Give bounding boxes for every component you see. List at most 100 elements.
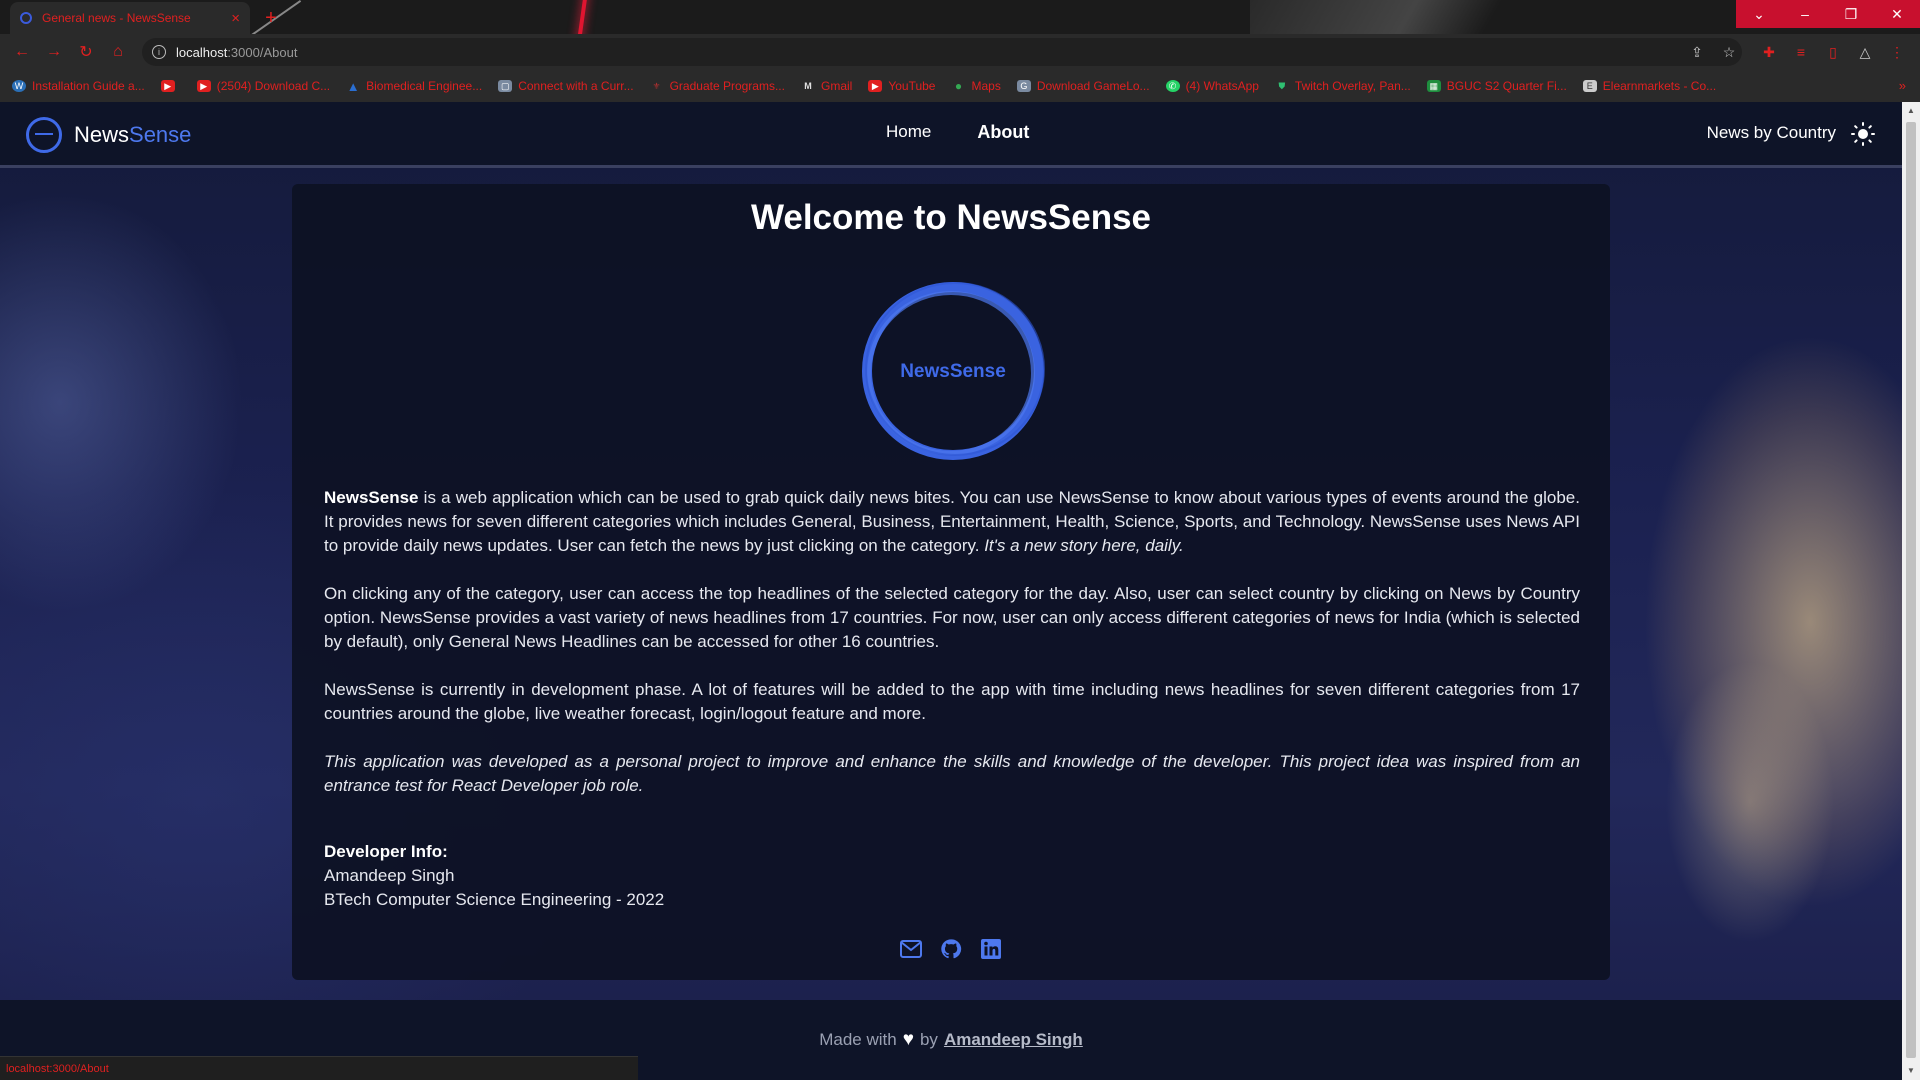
page-title: Welcome to NewsSense <box>750 198 1152 237</box>
bookmark-item[interactable]: W Installation Guide a... <box>12 79 145 93</box>
share-icon[interactable]: ⇪ <box>1685 40 1709 64</box>
app-navbar: NewsSense Home About News by Country <box>0 102 1902 168</box>
browser-tab[interactable]: General news - NewsSense × <box>10 2 250 34</box>
bookmark-item[interactable]: ⚜ Graduate Programs... <box>650 79 785 93</box>
minimize-button[interactable]: – <box>1782 0 1828 28</box>
bookmark-item[interactable]: G Download GameLo... <box>1016 79 1150 93</box>
developer-info-title: Developer Info: <box>324 842 448 861</box>
newssense-large-logo-icon: NewsSense <box>858 276 1048 466</box>
back-arrow-icon[interactable]: ← <box>6 38 38 66</box>
linkedin-icon[interactable] <box>980 938 1002 960</box>
newssense-logo-icon <box>26 117 62 153</box>
site-icon: E <box>1582 80 1597 92</box>
social-links <box>292 938 1610 960</box>
profile-icon[interactable]: △ <box>1853 40 1877 64</box>
bookmark-item[interactable]: E Elearnmarkets - Co... <box>1582 79 1717 93</box>
about-paragraph-4: This application was developed as a pers… <box>324 750 1580 798</box>
reading-list-icon[interactable]: ≡ <box>1789 40 1813 64</box>
bookmark-item[interactable]: ● Maps <box>951 79 1001 93</box>
tab-close-icon[interactable]: × <box>231 10 240 27</box>
github-icon[interactable] <box>940 938 962 960</box>
tab-title: General news - NewsSense <box>42 11 191 25</box>
titlebar-decoration <box>575 0 589 34</box>
newssense-favicon-icon <box>20 12 32 24</box>
bookmark-item[interactable]: ▲ Biomedical Enginee... <box>346 78 483 94</box>
bookmark-label: Connect with a Curr... <box>518 79 634 93</box>
youtube-icon: ▶ <box>868 80 883 92</box>
bookmark-label: (4) WhatsApp <box>1185 79 1259 93</box>
side-panel-icon[interactable]: ▯ <box>1821 40 1845 64</box>
nav-links: Home About <box>886 122 1029 143</box>
about-description: NewsSense is a web application which can… <box>324 486 1580 822</box>
bookmark-label: Maps <box>971 79 1001 93</box>
bookmark-item[interactable]: M Gmail <box>801 79 852 93</box>
about-paragraph-3: NewsSense is currently in development ph… <box>324 680 1580 723</box>
url-host: localhost <box>176 44 228 60</box>
youtube-icon: ▶ <box>160 80 175 92</box>
bookmark-item[interactable]: ▶ (2504) Download C... <box>196 79 331 93</box>
bookmark-item[interactable]: ▶ <box>160 80 181 92</box>
browser-status-url: localhost:3000/About <box>0 1056 638 1080</box>
browser-titlebar: General news - NewsSense × + ⌄ – ❐ ✕ <box>0 0 1920 34</box>
site-info-icon[interactable]: i <box>152 45 166 59</box>
new-tab-button[interactable]: + <box>258 5 284 31</box>
reload-icon[interactable]: ↻ <box>70 38 102 66</box>
brand[interactable]: NewsSense <box>26 117 191 153</box>
scroll-up-arrow-icon[interactable]: ▲ <box>1906 106 1916 116</box>
bookmark-item[interactable]: ▶ YouTube <box>868 79 935 93</box>
extensions-icon[interactable]: ✚ <box>1757 40 1781 64</box>
atlassian-icon: ▲ <box>346 78 360 94</box>
bookmark-item[interactable]: ✆ (4) WhatsApp <box>1165 79 1259 93</box>
email-icon[interactable] <box>900 938 922 960</box>
wordpress-icon: W <box>12 80 26 92</box>
about-paragraph-1-strong: NewsSense <box>324 488 419 507</box>
heart-icon: ♥ <box>902 1029 914 1050</box>
sheets-icon: ▦ <box>1426 80 1441 92</box>
bookmark-label: Graduate Programs... <box>669 79 785 93</box>
restore-button[interactable]: ❐ <box>1828 0 1874 28</box>
about-paragraph-1: NewsSense is a web application which can… <box>324 486 1580 558</box>
bookmark-label: YouTube <box>888 79 936 93</box>
menu-kebab-icon[interactable]: ⋮ <box>1885 40 1909 64</box>
close-window-button[interactable]: ✕ <box>1874 0 1920 28</box>
bookmark-label: Installation Guide a... <box>32 79 145 93</box>
bookmarks-bar: W Installation Guide a... ▶ ▶ (2504) Downl… <box>0 70 1920 102</box>
large-logo-text: NewsSense <box>900 361 1006 382</box>
bookmark-item[interactable]: ▦ BGUC S2 Quarter Fi... <box>1426 79 1567 93</box>
forward-arrow-icon[interactable]: → <box>38 38 70 66</box>
bookmark-label: Biomedical Enginee... <box>366 79 483 93</box>
developer-info: Developer Info: Amandeep Singh BTech Com… <box>324 840 664 912</box>
nav-about-link[interactable]: About <box>977 122 1029 143</box>
address-bar[interactable]: i localhost :3000/About <box>142 38 1742 66</box>
bookmark-label: Gmail <box>820 79 853 93</box>
bookmark-label: (2504) Download C... <box>216 79 331 93</box>
brand-name: NewsSense <box>74 122 191 148</box>
tab-search-icon[interactable]: ⌄ <box>1736 0 1782 28</box>
developer-degree: BTech Computer Science Engineering - 202… <box>324 890 665 909</box>
scrollbar-thumb[interactable] <box>1906 122 1916 1058</box>
bookmark-label: BGUC S2 Quarter Fi... <box>1446 79 1567 93</box>
bookmark-label: Elearnmarkets - Co... <box>1602 79 1717 93</box>
bookmark-label: Download GameLo... <box>1036 79 1150 93</box>
youtube-icon: ▶ <box>196 80 211 92</box>
scroll-down-arrow-icon[interactable]: ▼ <box>1906 1066 1916 1076</box>
nav-home-link[interactable]: Home <box>886 122 931 143</box>
footer-by: by <box>919 1030 938 1049</box>
bookmark-item[interactable]: ⛊ Twitch Overlay, Pan... <box>1275 79 1411 93</box>
site-icon: ▢ <box>498 80 513 92</box>
bookmarks-overflow-icon[interactable]: » <box>1899 78 1906 93</box>
page-viewport: NewsSense Home About News by Country Wel… <box>0 102 1902 1080</box>
url-path: :3000/About <box>227 44 298 60</box>
page-scrollbar[interactable]: ▲ ▼ <box>1902 102 1920 1080</box>
footer-author-link[interactable]: Amandeep Singh <box>944 1030 1083 1050</box>
news-by-country-dropdown[interactable]: News by Country <box>1707 123 1836 143</box>
developer-name: Amandeep Singh <box>324 866 455 885</box>
theme-toggle-sun-icon[interactable] <box>1848 119 1878 149</box>
university-icon: ⚜ <box>652 80 661 91</box>
bookmark-star-icon[interactable]: ☆ <box>1717 40 1741 64</box>
bookmark-item[interactable]: ▢ Connect with a Curr... <box>498 79 634 93</box>
about-paragraph-2: On clicking any of the category, user ca… <box>324 584 1580 651</box>
home-icon[interactable]: ⌂ <box>102 38 134 66</box>
whatsapp-icon: ✆ <box>1165 80 1180 92</box>
about-paragraph-1-tagline: It's a new story here, daily. <box>984 536 1184 555</box>
